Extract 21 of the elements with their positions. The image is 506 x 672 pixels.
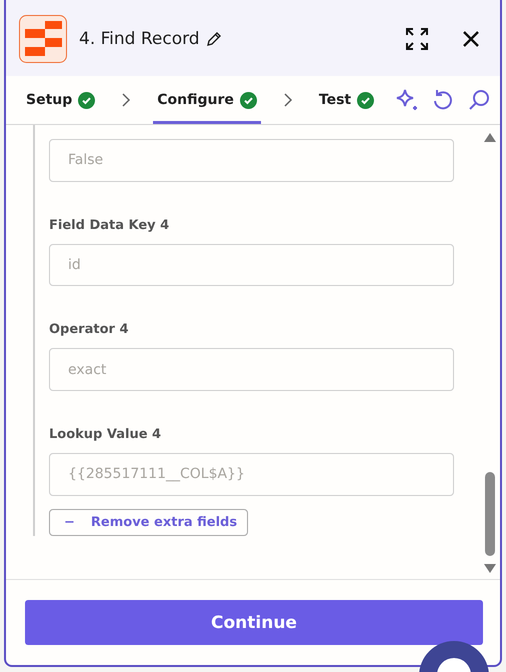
remove-fields-button[interactable]: − Remove extra fields (49, 508, 248, 536)
field-label: Field Data Key 4 (49, 218, 170, 233)
scroll-down-icon[interactable] (484, 564, 496, 573)
app-logo (19, 15, 67, 63)
step-tab[interactable]: Setup (22, 76, 100, 124)
step-tab[interactable]: Test (314, 76, 378, 124)
field-label: Operator 4 (49, 322, 130, 338)
check-icon (78, 92, 96, 108)
sparkle-button[interactable] (394, 87, 420, 113)
chevron-icon (282, 93, 293, 107)
check-icon (357, 92, 374, 108)
close-icon[interactable] (463, 31, 479, 47)
scrollbar-thumb[interactable] (485, 472, 495, 556)
continue-button[interactable]: Continue (25, 600, 483, 645)
scroll-up-icon[interactable] (484, 133, 496, 142)
pencil-icon[interactable] (206, 31, 222, 47)
chevron-icon (121, 93, 132, 107)
check-icon (240, 92, 257, 108)
field-label: Lookup Value 4 (49, 426, 162, 442)
step-tab[interactable]: Configure (153, 76, 261, 124)
step-title: 4. Find Record (79, 29, 200, 49)
